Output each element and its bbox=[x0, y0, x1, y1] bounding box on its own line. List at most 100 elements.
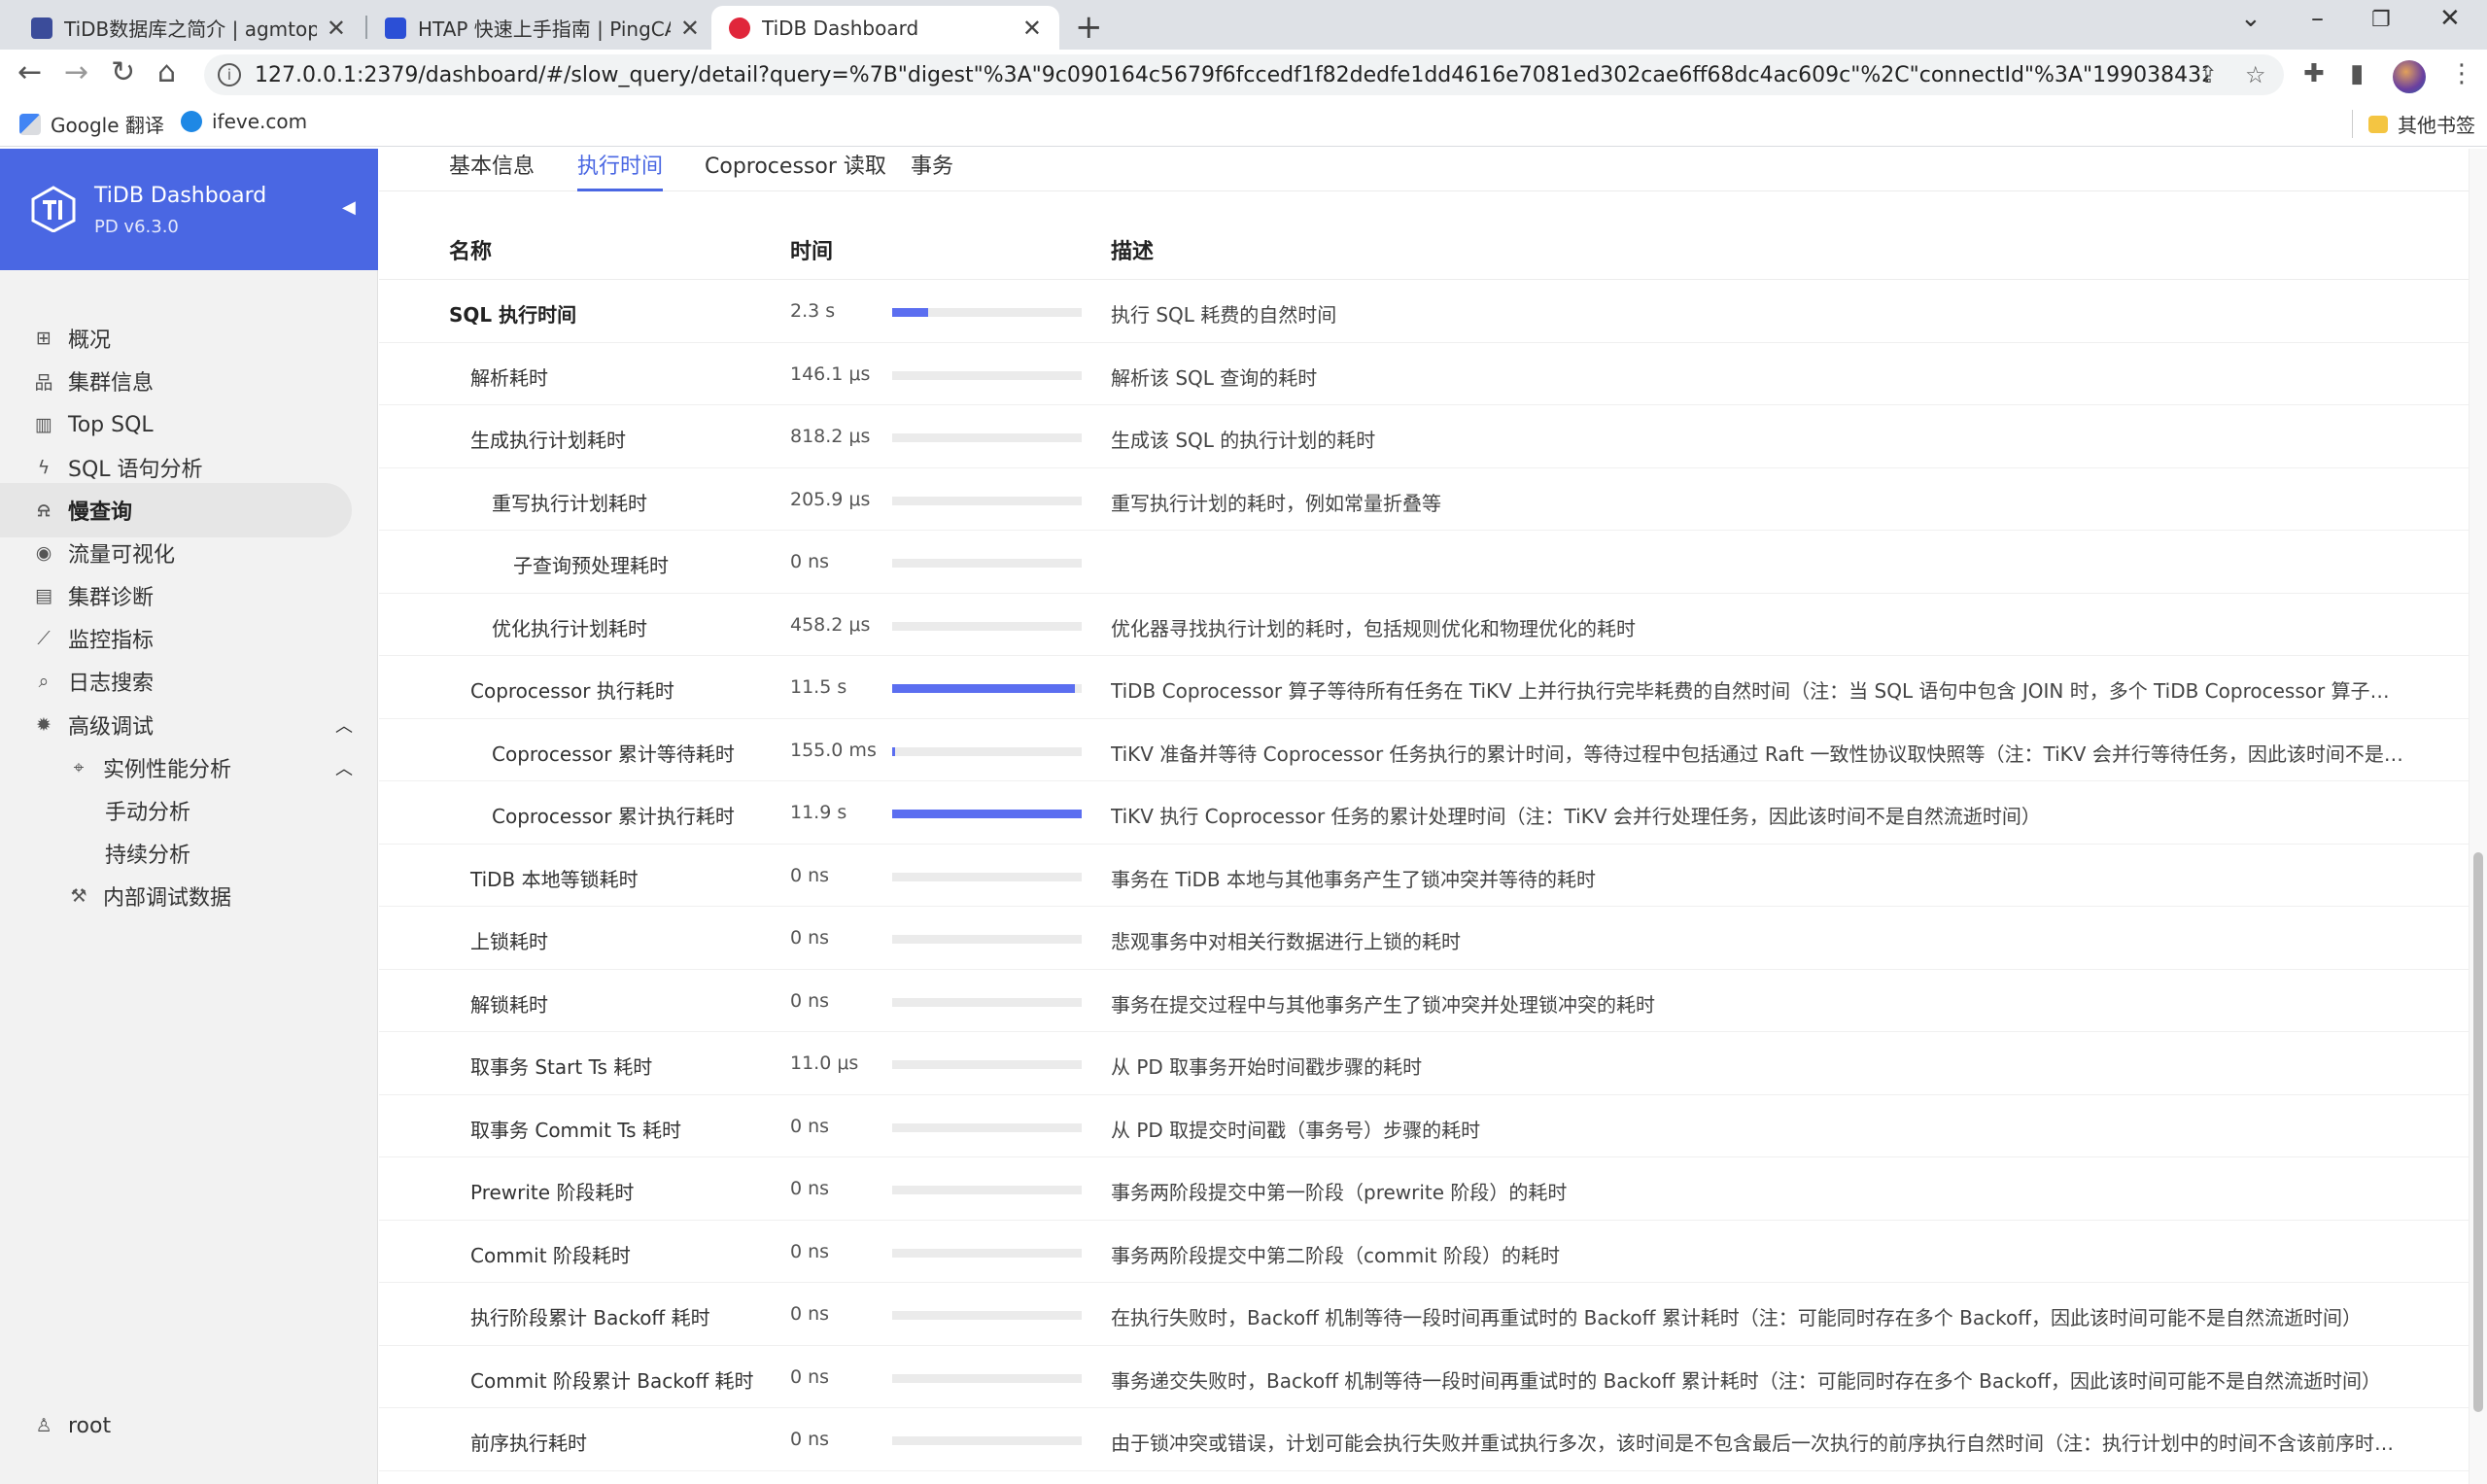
table-row: 重写执行计划耗时 205.9 μs 重写执行计划的耗时，例如常量折叠等 bbox=[379, 468, 2469, 531]
bookmark-label: Google 翻译 bbox=[51, 114, 164, 137]
duration-bar-fill bbox=[892, 684, 1075, 693]
row-name: Commit 阶段耗时 bbox=[470, 1243, 631, 1267]
row-description: 解析该 SQL 查询的耗时 bbox=[1111, 365, 1318, 390]
menu-dots-icon[interactable]: ⋮ bbox=[2449, 59, 2474, 88]
table-row: Prewrite 阶段耗时 0 ns 事务两阶段提交中第一阶段（prewrite 阶… bbox=[379, 1157, 2469, 1221]
other-bookmarks-label: 其他书签 bbox=[2398, 114, 2475, 137]
back-icon[interactable]: ← bbox=[17, 55, 42, 89]
page-scrollbar[interactable] bbox=[2469, 149, 2487, 1484]
close-tab-icon[interactable]: ✕ bbox=[680, 15, 700, 42]
close-tab-icon[interactable]: ✕ bbox=[1022, 15, 1042, 42]
sidebar-user[interactable]: ♙ root bbox=[0, 1398, 378, 1453]
main-content: 基本信息 执行时间 Coprocessor 读取 事务 名称 时间 描述 SQL… bbox=[379, 149, 2469, 1484]
tab-transaction[interactable]: 事务 bbox=[911, 149, 953, 191]
share-icon[interactable]: ⇪ bbox=[2198, 61, 2218, 88]
duration-bar-fill bbox=[892, 746, 895, 756]
collapse-sidebar-icon[interactable]: ◀ bbox=[342, 197, 356, 218]
tab-execution-time[interactable]: 执行时间 bbox=[577, 149, 664, 191]
table-header: 名称 时间 描述 bbox=[379, 213, 2469, 280]
bookmark-google-translate[interactable]: Google 翻译 bbox=[19, 110, 164, 138]
sidebar-item-label: 概况 bbox=[68, 328, 112, 353]
google-translate-icon bbox=[19, 113, 41, 135]
row-time: 11.9 s bbox=[790, 802, 847, 823]
chevron-up-icon: ︿ bbox=[335, 759, 353, 779]
sidebar-item-label: 集群诊断 bbox=[68, 586, 155, 610]
tab-basic-info[interactable]: 基本信息 bbox=[449, 149, 535, 191]
bookmark-star-icon[interactable]: ☆ bbox=[2245, 61, 2266, 88]
bookmarks-bar: Google 翻译 ifeve.com 其他书签 bbox=[0, 100, 2487, 147]
duration-bar-track bbox=[892, 684, 1082, 693]
row-description: 由于锁冲突或错误，计划可能会执行失败并重试执行多次，该时间是不包含最后一次执行的… bbox=[1111, 1432, 2403, 1455]
table-row: Coprocessor 累计执行耗时 11.9 s TiKV 执行 Coproces… bbox=[379, 781, 2469, 845]
forward-icon[interactable]: → bbox=[64, 55, 88, 89]
profile-avatar[interactable] bbox=[2393, 60, 2426, 93]
minimize-icon[interactable]: – bbox=[2311, 4, 2324, 33]
url-text[interactable]: 127.0.0.1:2379/dashboard/#/slow_query/de… bbox=[255, 63, 2208, 87]
row-description: 重写执行计划的耗时，例如常量折叠等 bbox=[1111, 491, 1441, 515]
row-description: 从 PD 取提交时间戳（事务号）步骤的耗时 bbox=[1111, 1118, 1481, 1142]
sidebar-item-label: 内部调试数据 bbox=[103, 886, 232, 911]
sidebar-item-label: Top SQL bbox=[68, 412, 154, 437]
row-name: Prewrite 阶段耗时 bbox=[470, 1181, 635, 1204]
duration-bar-track bbox=[892, 308, 1082, 317]
browser-tab-active[interactable]: TiDB Dashboard ✕ bbox=[711, 6, 1059, 50]
row-time: 11.0 μs bbox=[790, 1053, 859, 1074]
browser-tab-bar: TiDB数据库之简介 | agmtopy博 ✕ HTAP 快速上手指南 | Pi… bbox=[0, 0, 2487, 50]
table-row: TiDB 本地等锁耗时 0 ns 事务在 TiDB 本地与其他事务产生了锁冲突并等待… bbox=[379, 845, 2469, 907]
browser-tab[interactable]: HTAP 快速上手指南 | PingCAP D ✕ bbox=[367, 6, 717, 50]
tab-favicon-icon bbox=[729, 17, 750, 39]
sidebar-item-label: 持续分析 bbox=[105, 844, 191, 868]
chart-icon: ▥ bbox=[35, 414, 52, 435]
sidebar-item-label: 慢查询 bbox=[68, 500, 133, 525]
table-row: 生成执行计划耗时 818.2 μs 生成该 SQL 的执行计划的耗时 bbox=[379, 405, 2469, 468]
table-row: 优化执行计划耗时 458.2 μs 优化器寻找执行计划的耗时，包括规则优化和物理优化… bbox=[379, 594, 2469, 656]
row-time: 155.0 ms bbox=[790, 739, 877, 761]
row-name: SQL 执行时间 bbox=[449, 303, 577, 327]
table-row: 取事务 Start Ts 耗时 11.0 μs 从 PD 取事务开始时间戳步骤的耗时 bbox=[379, 1032, 2469, 1095]
row-time: 0 ns bbox=[790, 1429, 830, 1450]
duration-bar-track bbox=[892, 1436, 1082, 1445]
tab-search-icon[interactable]: ⌄ bbox=[2240, 4, 2262, 33]
duration-bar-track bbox=[892, 559, 1082, 568]
bookmark-ifeve[interactable]: ifeve.com bbox=[181, 110, 307, 133]
new-tab-icon[interactable]: + bbox=[1075, 8, 1103, 47]
tab-coprocessor-read[interactable]: Coprocessor 读取 bbox=[705, 149, 886, 191]
sidebar-item-label: 流量可视化 bbox=[68, 543, 176, 568]
row-description: 在执行失败时，Backoff 机制等待一段时间再重试时的 Backoff 累计耗… bbox=[1111, 1306, 2363, 1329]
row-time: 0 ns bbox=[790, 989, 830, 1012]
home-icon[interactable]: ⌂ bbox=[157, 55, 176, 89]
other-bookmarks[interactable]: 其他书签 bbox=[2352, 110, 2475, 138]
table-row: 解析耗时 146.1 μs 解析该 SQL 查询的耗时 bbox=[379, 343, 2469, 405]
duration-bar-track bbox=[892, 1186, 1082, 1194]
reload-icon[interactable]: ↻ bbox=[111, 55, 135, 89]
tidb-logo-icon bbox=[31, 186, 76, 232]
row-time: 146.1 μs bbox=[790, 362, 871, 385]
tab-favicon-icon bbox=[31, 17, 52, 39]
table-row: 上锁耗时 0 ns 悲观事务中对相关行数据进行上锁的耗时 bbox=[379, 907, 2469, 970]
row-description: 执行 SQL 耗费的自然时间 bbox=[1111, 303, 1337, 327]
close-window-icon[interactable]: ✕ bbox=[2439, 4, 2461, 33]
tab-title: TiDB数据库之简介 | agmtopy博 bbox=[64, 17, 317, 41]
site-info-icon[interactable]: i bbox=[218, 63, 241, 86]
row-name: Coprocessor 累计执行耗时 bbox=[492, 805, 735, 828]
restore-icon[interactable]: ❐ bbox=[2371, 8, 2391, 32]
row-description: 从 PD 取事务开始时间戳步骤的耗时 bbox=[1111, 1055, 1423, 1079]
duration-bar-track bbox=[892, 621, 1082, 631]
address-bar[interactable]: i 127.0.0.1:2379/dashboard/#/slow_query/… bbox=[204, 54, 2284, 95]
browser-tab[interactable]: TiDB数据库之简介 | agmtopy博 ✕ bbox=[14, 6, 363, 50]
ifeve-icon bbox=[181, 111, 202, 132]
table-row: 执行阶段累计 Backoff 耗时 0 ns 在执行失败时，Backoff 机制等待… bbox=[379, 1283, 2469, 1346]
target-icon: ⌖ bbox=[73, 757, 85, 778]
scrollbar-thumb[interactable] bbox=[2473, 852, 2483, 1412]
row-time: 458.2 μs bbox=[790, 613, 871, 636]
duration-bar-track bbox=[892, 935, 1082, 944]
row-time: 0 ns bbox=[790, 1303, 830, 1325]
duration-bar-track bbox=[892, 433, 1082, 442]
extensions-icon[interactable]: ✚ bbox=[2303, 59, 2325, 88]
user-icon: ♙ bbox=[35, 1415, 52, 1436]
sidebar-item-debug-api[interactable]: ⚒ 内部调试数据 bbox=[0, 869, 378, 923]
side-panel-icon[interactable]: ▮ bbox=[2350, 59, 2364, 88]
row-time: 0 ns bbox=[790, 1365, 830, 1388]
duration-bar-track bbox=[892, 872, 1082, 881]
close-tab-icon[interactable]: ✕ bbox=[327, 15, 346, 42]
